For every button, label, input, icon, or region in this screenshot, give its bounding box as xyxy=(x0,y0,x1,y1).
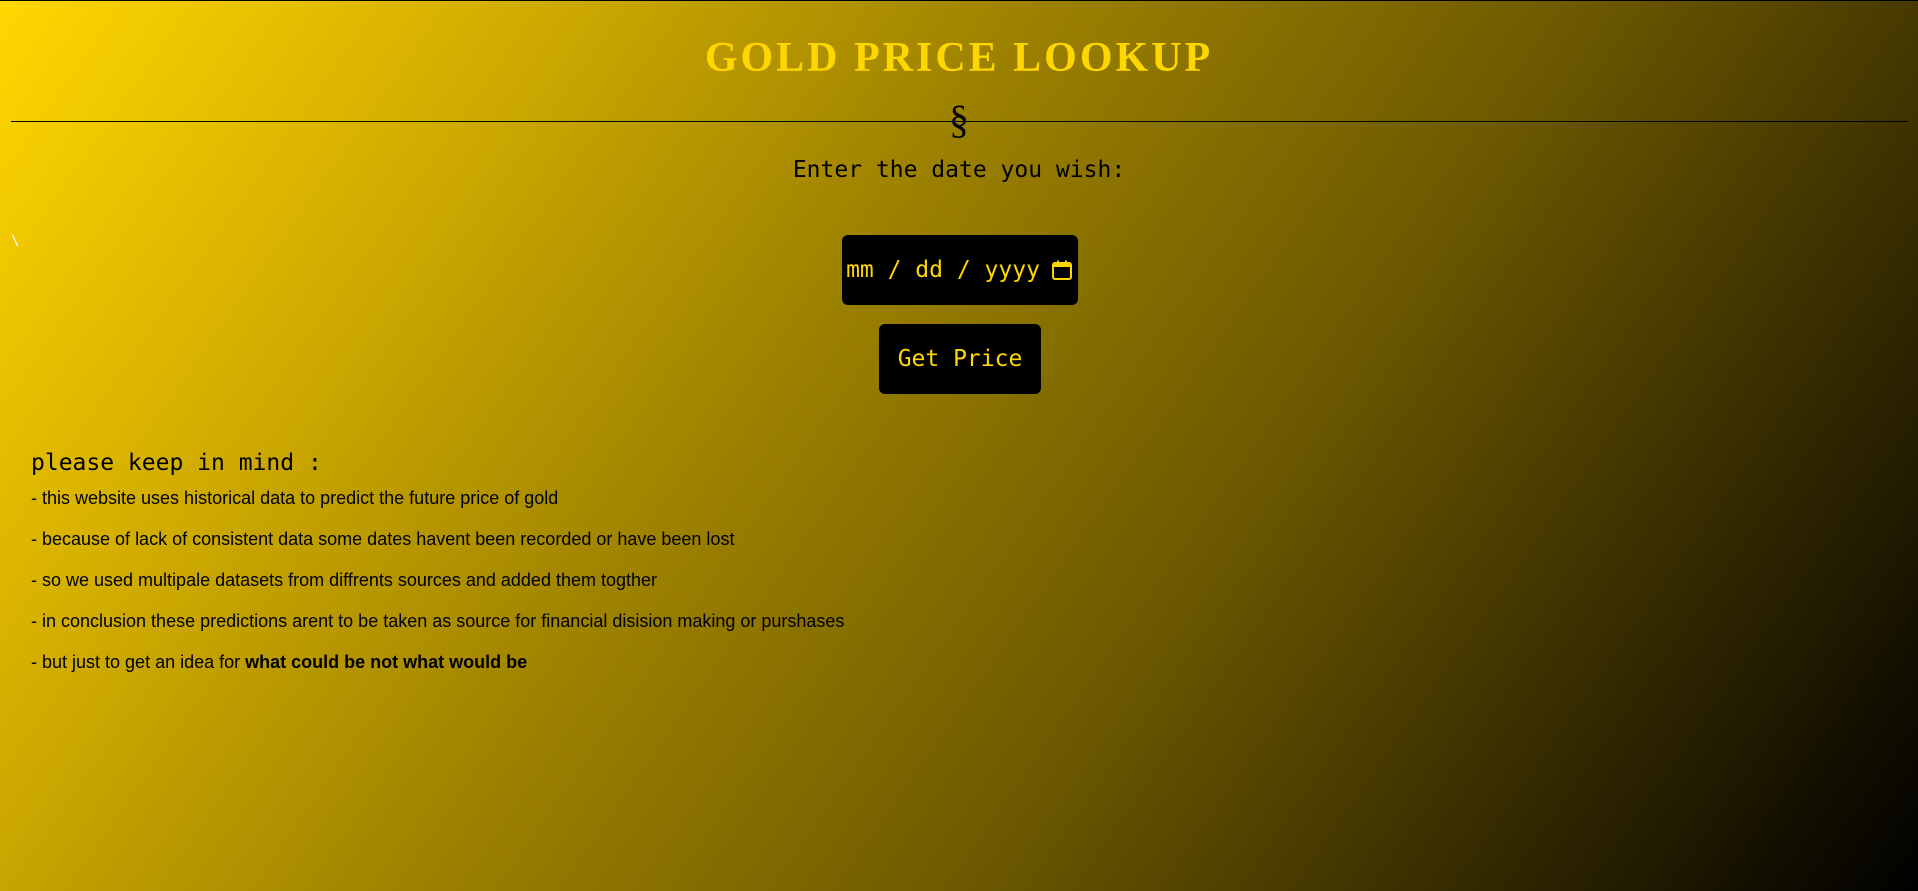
date-input[interactable]: mm / dd / yyyy xyxy=(842,235,1078,305)
notice-item-emphasis: what could be not what would be xyxy=(245,652,528,672)
notice-heading: please keep in mind : xyxy=(31,450,322,476)
section-sign-divider: § xyxy=(949,97,969,142)
page-title: GOLD PRICE LOOKUP xyxy=(704,35,1214,81)
notice-list: - this website uses historical data to p… xyxy=(31,487,1031,674)
notice-item: - in conclusion these predictions arent … xyxy=(31,611,845,631)
date-prompt: Enter the date you wish: xyxy=(792,157,1126,183)
get-price-button[interactable]: Get Price xyxy=(879,324,1041,394)
notice-item: - because of lack of consistent data som… xyxy=(31,529,735,549)
notice-item: - so we used multipale datasets from dif… xyxy=(31,570,658,590)
calendar-icon[interactable] xyxy=(1050,258,1074,282)
notice-item-prefix: - but just to get an idea for xyxy=(31,652,246,672)
notice-item-last: - but just to get an idea for what could… xyxy=(31,651,1031,674)
notice-item: - this website uses historical data to p… xyxy=(31,488,559,508)
stray-character: \ xyxy=(11,233,20,249)
date-input-placeholder: mm / dd / yyyy xyxy=(846,257,1040,283)
notice-section: please keep in mind : - this website use… xyxy=(31,447,1031,692)
